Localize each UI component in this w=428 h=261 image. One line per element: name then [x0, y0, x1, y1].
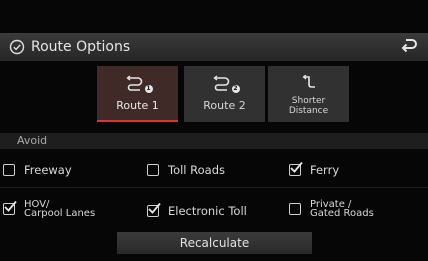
checkmark-icon — [290, 161, 303, 173]
route-1-button[interactable]: 1 Route 1 — [97, 66, 178, 122]
route-number-badge: 2 — [231, 85, 240, 93]
route-options-screen: Route Options 1 Route 1 2 Route 2 Shorte… — [0, 0, 428, 261]
recalculate-label: Recalculate — [179, 236, 250, 250]
route-2-button[interactable]: 2 Route 2 — [184, 66, 265, 122]
option-hov-carpool-lanes[interactable]: HOV/ Carpool Lanes — [3, 199, 96, 219]
row-divider — [0, 187, 428, 188]
avoid-label: Avoid — [17, 134, 48, 147]
electronic-toll-label: Electronic Toll — [168, 204, 247, 218]
hov-checkbox[interactable] — [3, 200, 17, 215]
shorter-distance-button[interactable]: Shorter Distance — [268, 66, 349, 122]
private-gated-label: Private / Gated Roads — [310, 199, 374, 219]
hov-label: HOV/ Carpool Lanes — [24, 199, 96, 219]
shorter-distance-label: Shorter Distance — [288, 96, 329, 116]
route-2-label: Route 2 — [203, 99, 246, 112]
route-icon: 1 — [124, 75, 153, 93]
toll-roads-label: Toll Roads — [168, 163, 226, 177]
recalculate-button[interactable]: Recalculate — [117, 232, 312, 254]
private-gated-checkbox[interactable] — [289, 203, 301, 215]
title-group: Route Options — [9, 33, 130, 61]
route-icon: 2 — [211, 75, 240, 93]
freeway-label: Freeway — [24, 163, 72, 177]
route-1-label: Route 1 — [116, 99, 159, 112]
option-ferry[interactable]: Ferry — [289, 161, 340, 177]
header-bar: Route Options — [0, 33, 428, 61]
freeway-checkbox[interactable] — [3, 164, 15, 176]
electronic-toll-checkbox[interactable] — [147, 202, 161, 217]
short-route-icon — [295, 75, 323, 93]
check-circle-icon — [9, 39, 25, 55]
option-freeway[interactable]: Freeway — [3, 163, 72, 177]
route-number-badge: 1 — [144, 85, 153, 93]
checkmark-icon — [148, 202, 161, 214]
ferry-checkbox[interactable] — [289, 161, 303, 176]
back-button[interactable] — [398, 37, 420, 57]
option-toll-roads[interactable]: Toll Roads — [147, 163, 225, 177]
avoid-section-header: Avoid — [0, 133, 428, 149]
checkmark-icon — [4, 200, 17, 212]
back-arrow-icon — [400, 37, 418, 57]
page-title: Route Options — [31, 39, 131, 55]
option-private-gated-roads[interactable]: Private / Gated Roads — [289, 199, 374, 219]
ferry-label: Ferry — [310, 163, 340, 177]
option-electronic-toll[interactable]: Electronic Toll — [147, 202, 247, 218]
toll-roads-checkbox[interactable] — [147, 164, 159, 176]
